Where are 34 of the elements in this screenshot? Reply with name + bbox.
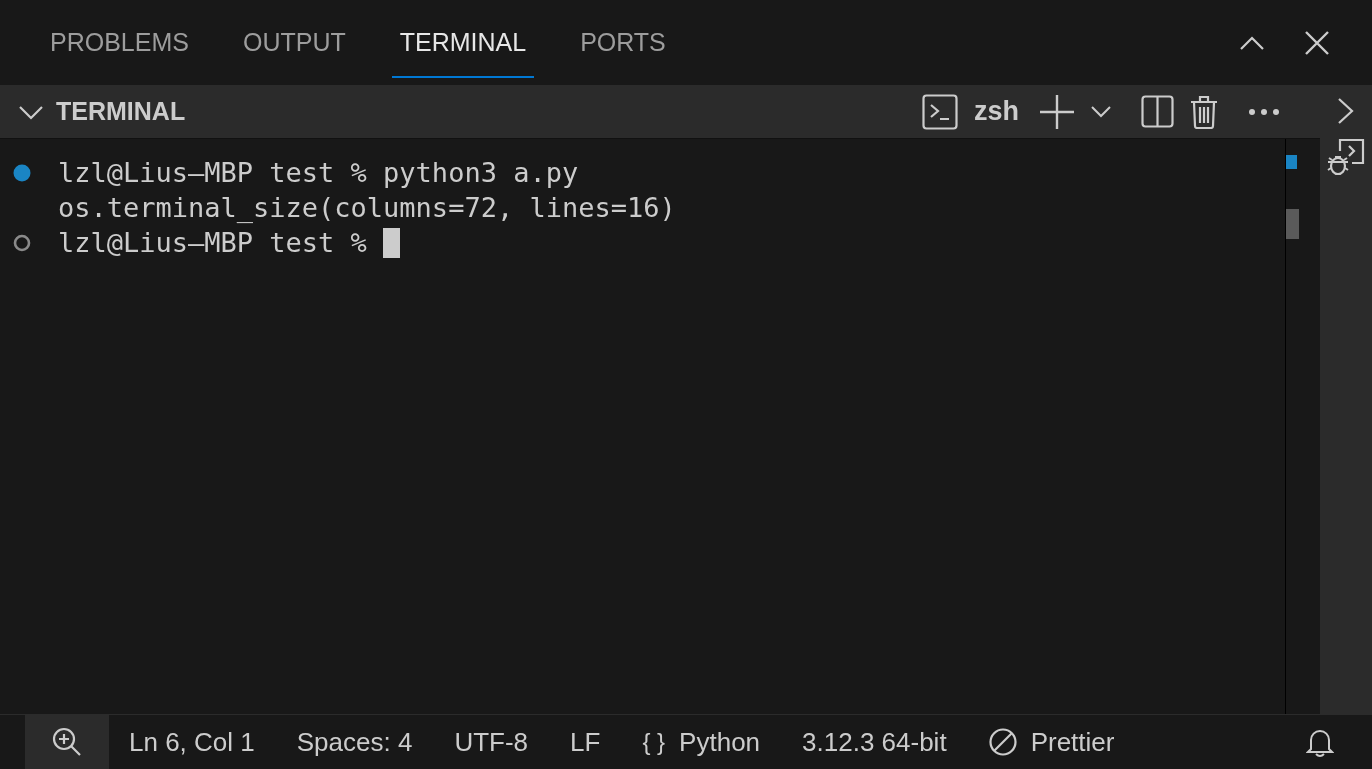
status-item[interactable]: Ln 6, Col 1 bbox=[129, 726, 255, 758]
bell-icon[interactable] bbox=[1306, 727, 1334, 757]
shell-name[interactable]: zsh bbox=[974, 96, 1019, 127]
terminal-area[interactable]: lzl@Lius—MBP test % python3 a.py os.terminal_size(columns=72, lines=16) lzl@Lius—MBP test % bbox=[0, 138, 1320, 714]
formatter-status[interactable]: Prettier bbox=[1030, 726, 1115, 758]
status-item[interactable]: LF bbox=[570, 726, 601, 758]
plus-icon[interactable] bbox=[1039, 93, 1075, 130]
panel-tab[interactable]: PORTS bbox=[572, 6, 674, 78]
section-title: TERMINAL bbox=[56, 97, 186, 126]
status-item[interactable]: UTF-8 bbox=[454, 726, 529, 758]
blocked-circle-icon bbox=[988, 728, 1017, 756]
scroll-marker bbox=[1286, 155, 1297, 169]
panel-tab[interactable]: OUTPUT bbox=[234, 6, 354, 78]
empty-circle-icon[interactable] bbox=[13, 233, 31, 252]
trash-icon[interactable] bbox=[1190, 94, 1218, 129]
language-mode[interactable]: Python bbox=[679, 726, 761, 758]
status-item[interactable]: Spaces: 4 bbox=[296, 726, 413, 758]
success-dot-icon[interactable] bbox=[13, 163, 31, 182]
bug-terminal-icon[interactable] bbox=[1326, 137, 1366, 177]
caret-icon[interactable] bbox=[1091, 105, 1111, 118]
terminal-icon[interactable] bbox=[922, 93, 958, 130]
close-icon[interactable] bbox=[1304, 29, 1330, 56]
more-icon[interactable] bbox=[1248, 107, 1280, 116]
zoom-in-icon bbox=[52, 727, 82, 757]
split-icon[interactable] bbox=[1141, 95, 1174, 128]
scrollbar-thumb[interactable] bbox=[1286, 209, 1299, 239]
status-item[interactable]: 3.12.3 64-bit bbox=[802, 726, 947, 758]
zoom-button[interactable] bbox=[25, 715, 109, 769]
panel-tab[interactable]: TERMINAL bbox=[391, 6, 535, 78]
terminal-line: os.terminal_size(columns=72, lines=16) bbox=[58, 191, 676, 225]
braces-glyph: { } bbox=[642, 728, 666, 756]
panel-tab[interactable]: PROBLEMS bbox=[42, 6, 197, 78]
terminal-line: lzl@Lius—MBP test % python3 a.py bbox=[58, 156, 579, 190]
terminal-line: lzl@Lius—MBP test % bbox=[58, 226, 368, 260]
